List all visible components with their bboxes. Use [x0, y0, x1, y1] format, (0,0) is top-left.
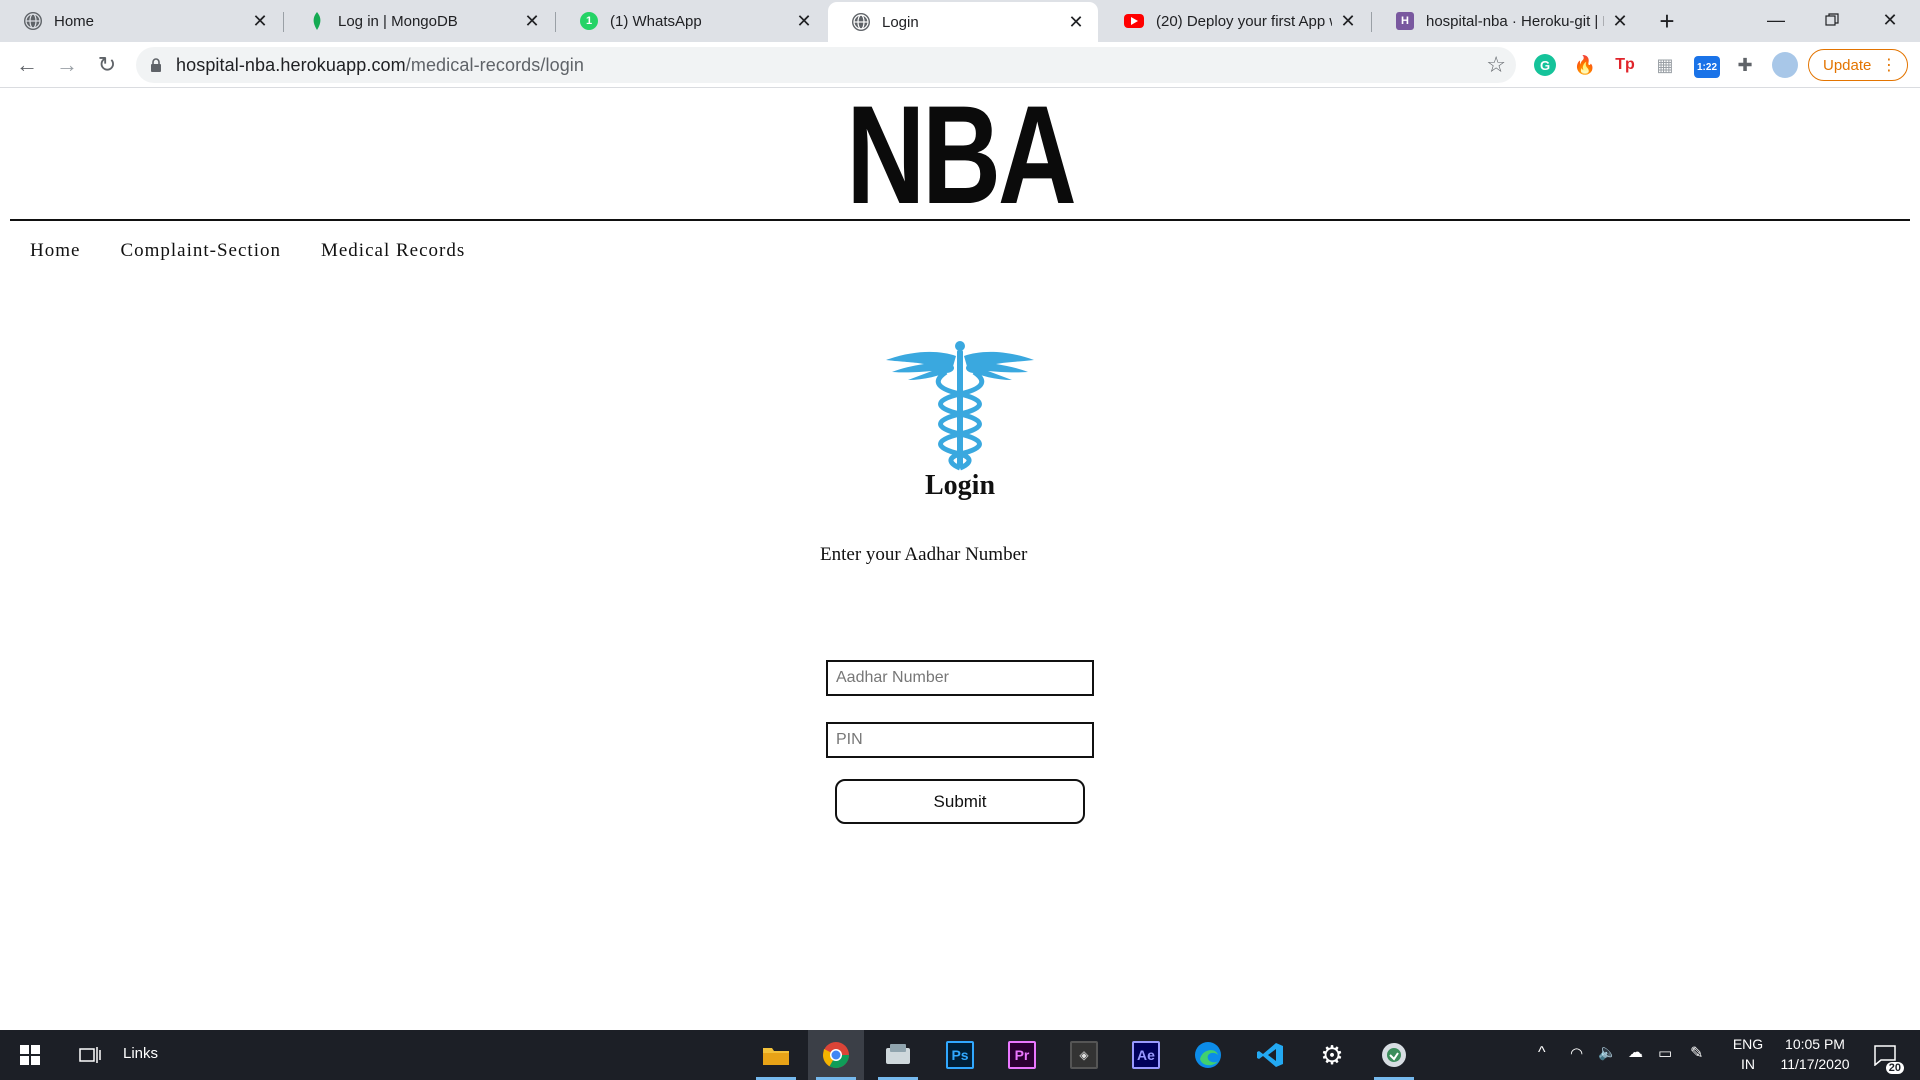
- close-icon[interactable]: ✕: [1610, 11, 1630, 31]
- new-tab-button[interactable]: +: [1652, 6, 1682, 36]
- aadhar-number-input[interactable]: [826, 660, 1094, 696]
- tab-home[interactable]: Home ✕: [0, 0, 282, 42]
- app-icon[interactable]: [870, 1030, 926, 1080]
- file-explorer-icon[interactable]: [748, 1030, 804, 1080]
- page-content: NBA Home Complaint-Section Medical Recor…: [0, 76, 1920, 1030]
- grammarly-icon[interactable]: G: [1534, 54, 1556, 76]
- windows-taskbar: Links Ps Pr ◈ Ae ⚙ ^ ◠ 🔈 ☁ ▭ ✎ ENG IN 10…: [0, 1030, 1920, 1080]
- input-language-top[interactable]: ENG: [1728, 1036, 1768, 1052]
- close-icon[interactable]: ✕: [250, 11, 270, 31]
- volume-icon[interactable]: 🔈: [1598, 1043, 1617, 1061]
- fire-extension-icon[interactable]: 🔥: [1574, 54, 1596, 76]
- globe-icon: [852, 13, 870, 31]
- unity-glyph: ◈: [1070, 1041, 1098, 1069]
- tab-title: Log in | MongoDB: [338, 12, 458, 30]
- close-icon[interactable]: ✕: [794, 11, 814, 31]
- profile-avatar-icon[interactable]: [1772, 52, 1798, 78]
- nav-link-medical-records[interactable]: Medical Records: [321, 240, 465, 262]
- nba-logo: NBA: [846, 76, 1076, 233]
- tab-youtube[interactable]: (20) Deploy your first App wi ✕: [1100, 0, 1370, 42]
- settings-icon[interactable]: ⚙: [1304, 1030, 1360, 1080]
- tab-title: (20) Deploy your first App wi: [1156, 12, 1332, 30]
- notifications-icon[interactable]: 20: [1860, 1030, 1910, 1080]
- nav-link-complaint-section[interactable]: Complaint-Section: [120, 240, 281, 262]
- links-toolbar[interactable]: Links: [123, 1045, 158, 1062]
- tab-title: (1) WhatsApp: [610, 12, 702, 30]
- update-button[interactable]: Update ⋮: [1808, 49, 1908, 81]
- caduceus-icon: [886, 341, 1034, 471]
- minimize-icon[interactable]: —: [1748, 0, 1804, 40]
- pin-input[interactable]: [826, 722, 1094, 758]
- window-close-icon[interactable]: ✕: [1862, 0, 1918, 40]
- youtube-icon: [1124, 14, 1144, 28]
- tp-extension-icon[interactable]: Tp: [1614, 54, 1636, 76]
- input-language-bottom[interactable]: IN: [1728, 1056, 1768, 1072]
- globe-icon: [24, 12, 42, 30]
- wifi-icon[interactable]: ◠: [1570, 1044, 1583, 1062]
- notification-count-badge: 20: [1885, 1062, 1904, 1074]
- tab-login[interactable]: Login ✕: [828, 2, 1098, 42]
- tab-title: hospital-nba · Heroku-git | H: [1426, 12, 1604, 30]
- login-heading: Login: [924, 470, 996, 501]
- menu-dots-icon: ⋮: [1881, 57, 1897, 74]
- after-effects-glyph: Ae: [1132, 1041, 1160, 1069]
- task-view-icon[interactable]: [62, 1030, 118, 1080]
- chrome-icon[interactable]: [808, 1030, 864, 1080]
- main-nav: Home Complaint-Section Medical Records: [30, 240, 465, 262]
- tray-chevron-icon[interactable]: ^: [1538, 1044, 1546, 1062]
- clock-date[interactable]: 11/17/2020: [1770, 1056, 1860, 1072]
- nav-link-home[interactable]: Home: [30, 240, 80, 262]
- windows-start-icon[interactable]: [2, 1030, 58, 1080]
- url-text: hospital-nba.herokuapp.com/medical-recor…: [176, 55, 584, 76]
- photoshop-icon[interactable]: Ps: [932, 1030, 988, 1080]
- address-bar[interactable]: hospital-nba.herokuapp.com/medical-recor…: [136, 47, 1516, 83]
- url-host: hospital-nba.herokuapp.com: [176, 54, 406, 75]
- submit-button[interactable]: Submit: [835, 779, 1085, 824]
- edge-icon[interactable]: [1180, 1030, 1236, 1080]
- bookmark-star-icon[interactable]: ☆: [1486, 52, 1506, 78]
- pen-icon[interactable]: ✎: [1690, 1043, 1703, 1063]
- onedrive-icon[interactable]: ☁: [1628, 1043, 1643, 1061]
- browser-tab-strip: Home ✕ Log in | MongoDB ✕ 1 (1) WhatsApp…: [0, 0, 1920, 42]
- close-icon[interactable]: ✕: [1338, 11, 1358, 31]
- timer-extension-icon[interactable]: 1:22: [1694, 56, 1720, 78]
- battery-icon[interactable]: ▭: [1658, 1044, 1672, 1062]
- restore-icon[interactable]: [1804, 0, 1860, 40]
- update-label: Update: [1823, 56, 1872, 74]
- clock-time[interactable]: 10:05 PM: [1770, 1036, 1860, 1052]
- close-icon[interactable]: ✕: [1066, 12, 1086, 32]
- back-arrow-icon[interactable]: ←: [10, 48, 44, 82]
- url-path: /medical-records/login: [405, 54, 585, 75]
- after-effects-icon[interactable]: Ae: [1118, 1030, 1174, 1080]
- tab-heroku[interactable]: H hospital-nba · Heroku-git | H ✕: [1372, 0, 1642, 42]
- app-icon-2[interactable]: [1366, 1030, 1422, 1080]
- tab-title: Login: [882, 13, 919, 31]
- whatsapp-icon: 1: [580, 12, 598, 30]
- aadhar-label: Enter your Aadhar Number: [820, 544, 1028, 565]
- close-icon[interactable]: ✕: [522, 11, 542, 31]
- header-divider: [10, 219, 1910, 221]
- puzzle-icon[interactable]: ✚: [1734, 54, 1756, 76]
- tab-whatsapp[interactable]: 1 (1) WhatsApp ✕: [556, 0, 826, 42]
- premiere-icon[interactable]: Pr: [994, 1030, 1050, 1080]
- mongodb-leaf-icon: [308, 12, 326, 30]
- lock-icon: [136, 57, 176, 73]
- premiere-glyph: Pr: [1008, 1041, 1036, 1069]
- tab-mongodb[interactable]: Log in | MongoDB ✕: [284, 0, 554, 42]
- vscode-icon[interactable]: [1242, 1030, 1298, 1080]
- tab-title: Home: [54, 12, 95, 30]
- grid-extension-icon[interactable]: ▦: [1654, 54, 1676, 76]
- reload-icon[interactable]: ↻: [90, 48, 124, 82]
- photoshop-glyph: Ps: [946, 1041, 974, 1069]
- heroku-icon: H: [1396, 12, 1414, 30]
- forward-arrow-icon[interactable]: →: [50, 48, 84, 82]
- unity-icon[interactable]: ◈: [1056, 1030, 1112, 1080]
